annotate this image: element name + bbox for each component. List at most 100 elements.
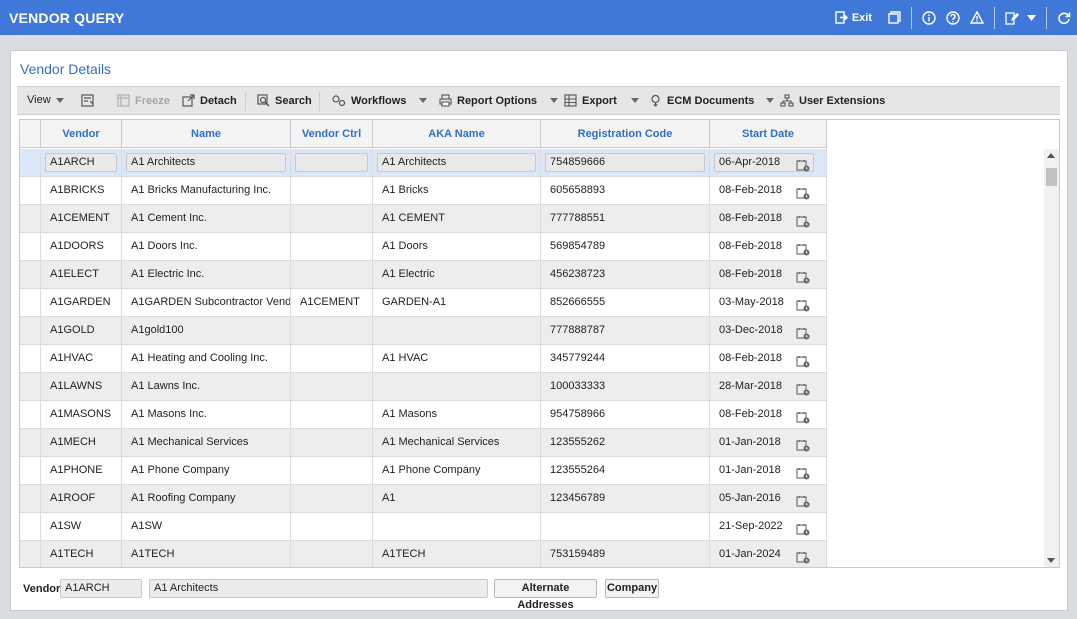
cell-registration-code[interactable]: 123555264 [541,457,710,485]
chevron-down-icon[interactable] [1027,14,1036,21]
view-menu[interactable]: View [27,94,64,106]
table-row[interactable]: A1PHONE A1 Phone Company A1 Phone Company 1… [20,457,827,485]
cell-vendor[interactable]: A1BRICKS [41,177,122,205]
cell-vendor-ctrl[interactable] [291,345,373,373]
cell-aka-name[interactable]: A1 Doors [373,233,541,261]
table-row[interactable]: A1CEMENT A1 Cement Inc. A1 CEMENT 777788551… [20,205,827,233]
calendar-icon[interactable] [796,296,810,317]
cell-registration-code[interactable]: 954758966 [541,401,710,429]
cell-aka-name[interactable]: A1 Bricks [373,177,541,205]
cell-registration-code[interactable]: 345779244 [541,345,710,373]
cell-start-date[interactable]: 08-Feb-2018 [710,177,827,205]
cell-vendor[interactable]: A1MASONS [41,401,122,429]
cell-vendor[interactable]: A1MECH [41,429,122,457]
cell-aka-name[interactable]: A1TECH [373,541,541,567]
row-header[interactable] [20,401,41,429]
calendar-icon[interactable] [796,492,810,513]
cell-vendor-ctrl[interactable] [291,513,373,541]
cell-aka-name[interactable]: GARDEN-A1 [373,289,541,317]
cell-start-date[interactable]: 08-Feb-2018 [710,233,827,261]
cell-start-date[interactable]: 08-Feb-2018 [710,261,827,289]
calendar-icon[interactable] [796,352,810,373]
user-extensions-button[interactable]: User Extensions [780,94,885,107]
cell-vendor-ctrl[interactable] [291,317,373,345]
cell-registration-code[interactable]: 605658893 [541,177,710,205]
cell-registration-code[interactable]: 569854789 [541,233,710,261]
table-row[interactable]: A1MECH A1 Mechanical Services A1 Mechanica… [20,429,827,457]
row-header[interactable] [20,457,41,485]
warning-icon[interactable] [970,11,984,24]
column-header-vendor-ctrl[interactable]: Vendor Ctrl [291,120,373,148]
cell-vendor-ctrl[interactable] [291,261,373,289]
cell-aka-name[interactable] [373,513,541,541]
row-header[interactable] [20,429,41,457]
vendor-name-field[interactable]: A1 Architects [149,579,488,598]
cell-vendor-ctrl[interactable] [291,401,373,429]
calendar-icon[interactable] [796,268,810,289]
calendar-icon[interactable] [796,240,810,261]
cell-start-date[interactable]: 01-Jan-2024 [710,541,827,567]
cell-aka-name[interactable] [373,373,541,401]
help-icon[interactable] [946,10,960,25]
name-input[interactable]: A1 Architects [126,153,286,172]
column-header-aka-name[interactable]: AKA Name [373,120,541,148]
cell-vendor[interactable]: A1SW [41,513,122,541]
calendar-icon[interactable] [796,156,810,177]
calendar-icon[interactable] [796,184,810,205]
row-header[interactable] [20,233,41,261]
ecm-documents-menu[interactable]: ECM Documents [649,94,775,107]
cell-start-date[interactable]: 21-Sep-2022 [710,513,827,541]
cell-vendor-ctrl[interactable] [291,457,373,485]
cell-registration-code[interactable]: 123456789 [541,485,710,513]
cell-vendor-ctrl[interactable] [291,373,373,401]
export-menu[interactable]: Export [564,94,639,107]
cell-aka-name[interactable]: A1 HVAC [373,345,541,373]
cell-vendor-ctrl[interactable] [291,233,373,261]
cell-name[interactable]: A1 Masons Inc. [122,401,291,429]
vendor-input[interactable]: A1ARCH [45,153,117,172]
cell-start-date[interactable]: 28-Mar-2018 [710,373,827,401]
table-row[interactable]: A1ROOF A1 Roofing Company A1 123456789 05-Ja… [20,485,827,513]
table-row[interactable]: A1ARCH A1 Architects A1 Architects 75485966… [20,149,827,177]
report-options-menu[interactable]: Report Options [439,94,559,107]
vendor-code-field[interactable]: A1ARCH [60,579,142,598]
workflows-menu[interactable]: Workflows [332,94,428,107]
cell-start-date[interactable]: 03-May-2018 [710,289,827,317]
cell-vendor[interactable]: A1DOORS [41,233,122,261]
cell-name[interactable]: A1 Lawns Inc. [122,373,291,401]
calendar-icon[interactable] [796,324,810,345]
company-button[interactable]: Company [605,579,659,598]
cell-registration-code[interactable]: 100033333 [541,373,710,401]
cell-vendor-ctrl[interactable] [291,485,373,513]
exit-button[interactable]: Exit [835,11,872,24]
cell-registration-code[interactable]: 777788551 [541,205,710,233]
detach-button[interactable]: Detach [182,94,237,107]
cell-vendor[interactable]: A1HVAC [41,345,122,373]
cell-name[interactable]: A1 Heating and Cooling Inc. [122,345,291,373]
table-row[interactable]: A1HVAC A1 Heating and Cooling Inc. A1 HVAC… [20,345,827,373]
calendar-icon[interactable] [796,212,810,233]
alternate-addresses-button[interactable]: Alternate Addresses [494,579,597,611]
calendar-icon[interactable] [796,464,810,485]
search-button[interactable]: Search [257,94,312,107]
cell-start-date[interactable]: 01-Jan-2018 [710,429,827,457]
table-row[interactable]: A1SW A1SW 21-Sep-2022 [20,513,827,541]
vertical-scrollbar[interactable] [1044,149,1059,567]
cell-vendor-ctrl[interactable] [291,177,373,205]
cell-start-date[interactable]: 08-Feb-2018 [710,345,827,373]
row-header[interactable] [20,513,41,541]
cell-name[interactable]: A1GARDEN Subcontractor Vend [122,289,291,317]
row-header[interactable] [20,261,41,289]
cell-aka-name[interactable]: A1 Mechanical Services [373,429,541,457]
calendar-icon[interactable] [796,380,810,401]
cell-vendor[interactable]: A1LAWNS [41,373,122,401]
row-header[interactable] [20,317,41,345]
row-header[interactable] [20,149,41,177]
cell-registration-code[interactable]: 456238723 [541,261,710,289]
table-row[interactable]: A1LAWNS A1 Lawns Inc. 100033333 28-Mar-2018 [20,373,827,401]
registration-code-input[interactable]: 754859666 [545,153,705,172]
cell-aka-name[interactable]: A1 CEMENT [373,205,541,233]
calendar-icon[interactable] [796,436,810,457]
edit-icon[interactable] [1005,11,1019,25]
calendar-icon[interactable] [796,408,810,429]
